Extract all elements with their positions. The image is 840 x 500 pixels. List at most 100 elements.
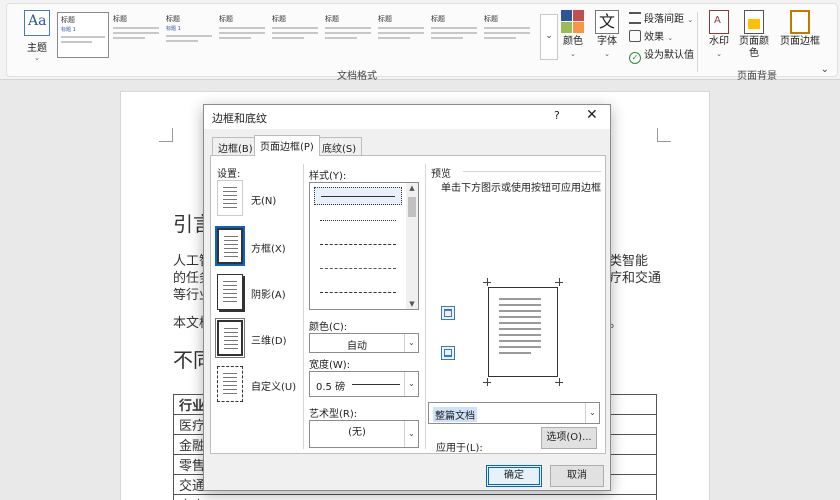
setting-label: 自定义(U) xyxy=(251,382,297,393)
effects-button[interactable]: 效果 ⌄ xyxy=(629,28,673,43)
style-item[interactable]: 标题 xyxy=(216,12,268,58)
page-borders-button[interactable]: 页面边框 xyxy=(775,10,825,48)
table-row: 客户 xyxy=(173,494,657,500)
line-style-option[interactable] xyxy=(314,187,402,205)
set-default-label: 设为默认值 xyxy=(644,50,694,61)
setting-label: 阴影(A) xyxy=(251,290,286,301)
setting-label: 三维(D) xyxy=(251,336,287,347)
line-style-option[interactable] xyxy=(314,236,402,254)
line-style-option[interactable] xyxy=(314,260,402,278)
ribbon: Aa 主题 ⌄ 标题 标题 1 标题 标题 标题 1 标题 标题 标题 标题 标… xyxy=(0,0,840,82)
collapse-ribbon-icon[interactable]: ⌄ xyxy=(821,64,829,75)
apply-to-select[interactable]: 整篇文档 ⌄ xyxy=(428,402,600,424)
preview-hint: 单击下方图示或使用按钮可应用边框 xyxy=(441,183,601,194)
setting-3d[interactable]: 三维(D) xyxy=(215,318,307,358)
style-list-scrollbar[interactable]: ▲ ▼ xyxy=(406,183,418,309)
chevron-down-icon: ⌄ xyxy=(404,421,418,447)
watermark-icon: A xyxy=(709,10,729,34)
style-item[interactable]: 标题 xyxy=(322,12,374,58)
watermark-button[interactable]: A 水印 ⌄ xyxy=(701,10,737,60)
doc-format-group-label: 文档格式 xyxy=(337,71,377,82)
ribbon-panel: Aa 主题 ⌄ 标题 标题 1 标题 标题 标题 1 标题 标题 标题 标题 标… xyxy=(6,3,838,82)
setting-box-icon xyxy=(215,226,245,266)
color-label: 颜色(C): xyxy=(309,322,348,333)
line-style-option[interactable] xyxy=(314,284,402,302)
style-head: 标题 xyxy=(378,15,392,23)
scroll-up-icon[interactable]: ▲ xyxy=(406,184,418,192)
style-sub: 标题 1 xyxy=(61,27,76,33)
tab-page-border[interactable]: 页面边框(P) xyxy=(254,135,320,156)
color-value: 自动 xyxy=(347,341,367,352)
style-item[interactable]: 标题 xyxy=(269,12,321,58)
style-head: 标题 xyxy=(219,15,233,23)
colors-label: 颜色 xyxy=(563,36,583,47)
apply-to-label: 应用于(L): xyxy=(436,443,483,454)
apply-to-value: 整篇文档 xyxy=(433,407,477,422)
chevron-down-icon: ⌄ xyxy=(716,50,722,58)
chevron-down-icon: ⌄ xyxy=(604,50,610,58)
preview-page[interactable] xyxy=(488,287,558,377)
setting-box[interactable]: 方框(X) xyxy=(215,226,307,266)
style-item[interactable]: 标题 标题 1 xyxy=(57,12,109,58)
set-default-button[interactable]: ✓ 设为默认值 xyxy=(629,46,694,64)
art-select[interactable]: (无) ⌄ xyxy=(309,420,419,448)
style-head: 标题 xyxy=(325,15,339,23)
borders-shading-dialog: 边框和底纹 ? ✕ 边框(B) 页面边框(P) 底纹(S) 设置: 无(N) 方… xyxy=(203,104,611,491)
colors-button[interactable]: 颜色 ⌄ xyxy=(555,10,591,60)
scroll-thumb[interactable] xyxy=(408,197,416,217)
chevron-down-icon: ⌄ xyxy=(34,54,40,62)
width-preview-line xyxy=(352,384,400,385)
margin-marker xyxy=(657,128,671,142)
checkmark-icon: ✓ xyxy=(629,52,641,64)
style-item[interactable]: 标题 标题 1 xyxy=(163,12,215,58)
dialog-titlebar[interactable]: 边框和底纹 ? ✕ xyxy=(204,105,610,129)
width-select[interactable]: 0.5 磅 ⌄ xyxy=(309,371,419,397)
watermark-label: 水印 xyxy=(709,36,729,47)
bottom-border-button[interactable] xyxy=(441,346,455,360)
style-item[interactable]: 标题 xyxy=(481,12,533,58)
art-label: 艺术型(R): xyxy=(309,409,358,420)
setting-custom[interactable]: 自定义(U) xyxy=(217,366,307,404)
page-color-label-2: 色 xyxy=(749,48,759,59)
paragraph-spacing-label: 段落间距 xyxy=(644,14,684,25)
style-item[interactable]: 标题 xyxy=(428,12,480,58)
paragraph-spacing-button[interactable]: 段落间距 ⌄ xyxy=(629,10,693,25)
table-cell: 客户 xyxy=(173,494,657,500)
setting-shadow[interactable]: 阴影(A) xyxy=(217,274,307,312)
page-color-icon xyxy=(744,10,764,34)
divider xyxy=(697,12,698,72)
theme-button[interactable]: Aa 主题 ⌄ xyxy=(17,10,57,62)
help-icon[interactable]: ? xyxy=(554,109,560,122)
doc-paragraph: 疗和交通 xyxy=(609,271,662,286)
chevron-down-icon: ⌄ xyxy=(570,50,576,58)
settings-label: 设置: xyxy=(217,169,241,180)
width-value: 0.5 磅 xyxy=(316,382,346,393)
color-select[interactable]: 自动 ⌄ xyxy=(309,333,419,353)
fonts-button[interactable]: 文 字体 ⌄ xyxy=(589,10,625,60)
setting-shadow-icon xyxy=(217,274,243,310)
top-border-button[interactable] xyxy=(441,306,455,320)
width-label: 宽度(W): xyxy=(309,360,351,371)
page-borders-label: 页面边框 xyxy=(780,36,820,47)
line-style-option[interactable] xyxy=(314,212,402,230)
options-button[interactable]: 选项(O)... xyxy=(541,427,597,449)
setting-none[interactable]: 无(N) xyxy=(217,180,307,218)
scroll-down-icon[interactable]: ▼ xyxy=(406,300,418,308)
margin-marker xyxy=(159,128,173,142)
line-style-list[interactable]: ▲ ▼ xyxy=(309,182,419,310)
style-item[interactable]: 标题 xyxy=(110,12,162,58)
setting-label: 方框(X) xyxy=(251,244,286,255)
tab-shading[interactable]: 底纹(S) xyxy=(316,137,363,155)
close-icon[interactable]: ✕ xyxy=(586,107,598,123)
divider xyxy=(463,171,601,172)
art-value: (无) xyxy=(348,427,366,438)
chevron-down-icon: ⌄ xyxy=(585,403,599,423)
style-head: 标题 xyxy=(166,15,180,23)
page-color-button[interactable]: 页面颜 色 xyxy=(735,10,773,60)
page-background-group-label: 页面背景 xyxy=(737,71,777,82)
style-item[interactable]: 标题 xyxy=(375,12,427,58)
ok-button[interactable]: 确定 xyxy=(486,465,542,487)
tab-borders[interactable]: 边框(B) xyxy=(212,137,259,155)
setting-3d-icon xyxy=(215,318,245,358)
cancel-button[interactable]: 取消 xyxy=(550,465,604,487)
